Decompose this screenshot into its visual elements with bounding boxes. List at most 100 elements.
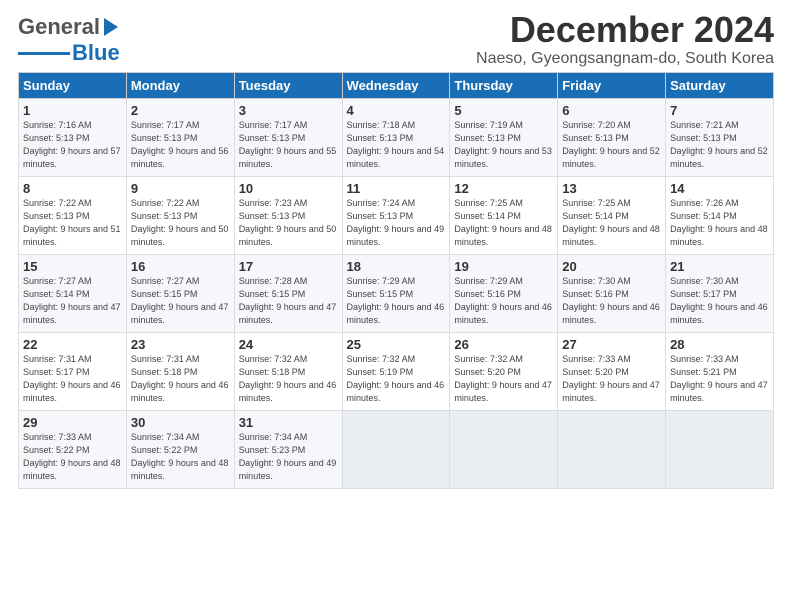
calendar-table: Sunday Monday Tuesday Wednesday Thursday… [18, 72, 774, 489]
table-row: 21 Sunrise: 7:30 AMSunset: 5:17 PMDaylig… [666, 254, 774, 332]
day-details: Sunrise: 7:24 AMSunset: 5:13 PMDaylight:… [347, 197, 446, 249]
day-number: 1 [23, 103, 122, 118]
calendar-week-3: 15 Sunrise: 7:27 AMSunset: 5:14 PMDaylig… [19, 254, 774, 332]
calendar-week-5: 29 Sunrise: 7:33 AMSunset: 5:22 PMDaylig… [19, 410, 774, 488]
table-row: 15 Sunrise: 7:27 AMSunset: 5:14 PMDaylig… [19, 254, 127, 332]
day-number: 17 [239, 259, 338, 274]
table-row: 2 Sunrise: 7:17 AMSunset: 5:13 PMDayligh… [126, 98, 234, 176]
day-number: 18 [347, 259, 446, 274]
day-details: Sunrise: 7:16 AMSunset: 5:13 PMDaylight:… [23, 119, 122, 171]
day-details: Sunrise: 7:34 AMSunset: 5:22 PMDaylight:… [131, 431, 230, 483]
day-number: 20 [562, 259, 661, 274]
table-row: 3 Sunrise: 7:17 AMSunset: 5:13 PMDayligh… [234, 98, 342, 176]
table-row: 8 Sunrise: 7:22 AMSunset: 5:13 PMDayligh… [19, 176, 127, 254]
day-details: Sunrise: 7:32 AMSunset: 5:18 PMDaylight:… [239, 353, 338, 405]
day-details: Sunrise: 7:22 AMSunset: 5:13 PMDaylight:… [23, 197, 122, 249]
day-details: Sunrise: 7:28 AMSunset: 5:15 PMDaylight:… [239, 275, 338, 327]
day-number: 7 [670, 103, 769, 118]
table-row: 7 Sunrise: 7:21 AMSunset: 5:13 PMDayligh… [666, 98, 774, 176]
header-friday: Friday [558, 72, 666, 98]
day-number: 21 [670, 259, 769, 274]
table-row: 25 Sunrise: 7:32 AMSunset: 5:19 PMDaylig… [342, 332, 450, 410]
table-row [558, 410, 666, 488]
table-row: 18 Sunrise: 7:29 AMSunset: 5:15 PMDaylig… [342, 254, 450, 332]
day-number: 15 [23, 259, 122, 274]
day-number: 19 [454, 259, 553, 274]
day-details: Sunrise: 7:29 AMSunset: 5:16 PMDaylight:… [454, 275, 553, 327]
day-details: Sunrise: 7:25 AMSunset: 5:14 PMDaylight:… [562, 197, 661, 249]
table-row: 1 Sunrise: 7:16 AMSunset: 5:13 PMDayligh… [19, 98, 127, 176]
table-row [342, 410, 450, 488]
day-details: Sunrise: 7:27 AMSunset: 5:15 PMDaylight:… [131, 275, 230, 327]
month-title: December 2024 [476, 10, 774, 50]
calendar-week-1: 1 Sunrise: 7:16 AMSunset: 5:13 PMDayligh… [19, 98, 774, 176]
header-row: Sunday Monday Tuesday Wednesday Thursday… [19, 72, 774, 98]
day-number: 6 [562, 103, 661, 118]
logo-text-general: General [18, 14, 100, 40]
table-row: 28 Sunrise: 7:33 AMSunset: 5:21 PMDaylig… [666, 332, 774, 410]
day-number: 10 [239, 181, 338, 196]
calendar-week-4: 22 Sunrise: 7:31 AMSunset: 5:17 PMDaylig… [19, 332, 774, 410]
header-wednesday: Wednesday [342, 72, 450, 98]
logo-text-blue: Blue [72, 40, 120, 66]
table-row: 6 Sunrise: 7:20 AMSunset: 5:13 PMDayligh… [558, 98, 666, 176]
header-monday: Monday [126, 72, 234, 98]
table-row: 4 Sunrise: 7:18 AMSunset: 5:13 PMDayligh… [342, 98, 450, 176]
day-number: 2 [131, 103, 230, 118]
day-number: 9 [131, 181, 230, 196]
table-row: 26 Sunrise: 7:32 AMSunset: 5:20 PMDaylig… [450, 332, 558, 410]
calendar-week-2: 8 Sunrise: 7:22 AMSunset: 5:13 PMDayligh… [19, 176, 774, 254]
table-row: 24 Sunrise: 7:32 AMSunset: 5:18 PMDaylig… [234, 332, 342, 410]
logo-underline [18, 52, 70, 55]
table-row: 17 Sunrise: 7:28 AMSunset: 5:15 PMDaylig… [234, 254, 342, 332]
table-row: 5 Sunrise: 7:19 AMSunset: 5:13 PMDayligh… [450, 98, 558, 176]
table-row: 10 Sunrise: 7:23 AMSunset: 5:13 PMDaylig… [234, 176, 342, 254]
day-number: 26 [454, 337, 553, 352]
day-details: Sunrise: 7:17 AMSunset: 5:13 PMDaylight:… [239, 119, 338, 171]
table-row: 12 Sunrise: 7:25 AMSunset: 5:14 PMDaylig… [450, 176, 558, 254]
table-row: 13 Sunrise: 7:25 AMSunset: 5:14 PMDaylig… [558, 176, 666, 254]
table-row: 11 Sunrise: 7:24 AMSunset: 5:13 PMDaylig… [342, 176, 450, 254]
day-details: Sunrise: 7:32 AMSunset: 5:19 PMDaylight:… [347, 353, 446, 405]
table-row: 30 Sunrise: 7:34 AMSunset: 5:22 PMDaylig… [126, 410, 234, 488]
table-row: 27 Sunrise: 7:33 AMSunset: 5:20 PMDaylig… [558, 332, 666, 410]
header-thursday: Thursday [450, 72, 558, 98]
page: General Blue December 2024 Naeso, Gyeong… [0, 0, 792, 499]
day-details: Sunrise: 7:25 AMSunset: 5:14 PMDaylight:… [454, 197, 553, 249]
day-number: 22 [23, 337, 122, 352]
logo: General Blue [18, 14, 122, 66]
location-title: Naeso, Gyeongsangnam-do, South Korea [476, 50, 774, 68]
day-details: Sunrise: 7:23 AMSunset: 5:13 PMDaylight:… [239, 197, 338, 249]
table-row [450, 410, 558, 488]
table-row: 19 Sunrise: 7:29 AMSunset: 5:16 PMDaylig… [450, 254, 558, 332]
day-details: Sunrise: 7:17 AMSunset: 5:13 PMDaylight:… [131, 119, 230, 171]
day-details: Sunrise: 7:30 AMSunset: 5:17 PMDaylight:… [670, 275, 769, 327]
day-details: Sunrise: 7:33 AMSunset: 5:21 PMDaylight:… [670, 353, 769, 405]
header-sunday: Sunday [19, 72, 127, 98]
day-details: Sunrise: 7:29 AMSunset: 5:15 PMDaylight:… [347, 275, 446, 327]
table-row: 31 Sunrise: 7:34 AMSunset: 5:23 PMDaylig… [234, 410, 342, 488]
table-row: 23 Sunrise: 7:31 AMSunset: 5:18 PMDaylig… [126, 332, 234, 410]
day-number: 11 [347, 181, 446, 196]
table-row: 14 Sunrise: 7:26 AMSunset: 5:14 PMDaylig… [666, 176, 774, 254]
table-row: 16 Sunrise: 7:27 AMSunset: 5:15 PMDaylig… [126, 254, 234, 332]
day-number: 24 [239, 337, 338, 352]
title-area: December 2024 Naeso, Gyeongsangnam-do, S… [476, 10, 774, 68]
day-number: 30 [131, 415, 230, 430]
day-number: 14 [670, 181, 769, 196]
table-row: 29 Sunrise: 7:33 AMSunset: 5:22 PMDaylig… [19, 410, 127, 488]
day-details: Sunrise: 7:22 AMSunset: 5:13 PMDaylight:… [131, 197, 230, 249]
day-number: 3 [239, 103, 338, 118]
day-details: Sunrise: 7:27 AMSunset: 5:14 PMDaylight:… [23, 275, 122, 327]
day-number: 5 [454, 103, 553, 118]
table-row: 22 Sunrise: 7:31 AMSunset: 5:17 PMDaylig… [19, 332, 127, 410]
day-details: Sunrise: 7:20 AMSunset: 5:13 PMDaylight:… [562, 119, 661, 171]
header-tuesday: Tuesday [234, 72, 342, 98]
day-number: 31 [239, 415, 338, 430]
header: General Blue December 2024 Naeso, Gyeong… [18, 10, 774, 68]
day-number: 28 [670, 337, 769, 352]
day-details: Sunrise: 7:31 AMSunset: 5:17 PMDaylight:… [23, 353, 122, 405]
day-details: Sunrise: 7:18 AMSunset: 5:13 PMDaylight:… [347, 119, 446, 171]
day-details: Sunrise: 7:32 AMSunset: 5:20 PMDaylight:… [454, 353, 553, 405]
day-number: 8 [23, 181, 122, 196]
